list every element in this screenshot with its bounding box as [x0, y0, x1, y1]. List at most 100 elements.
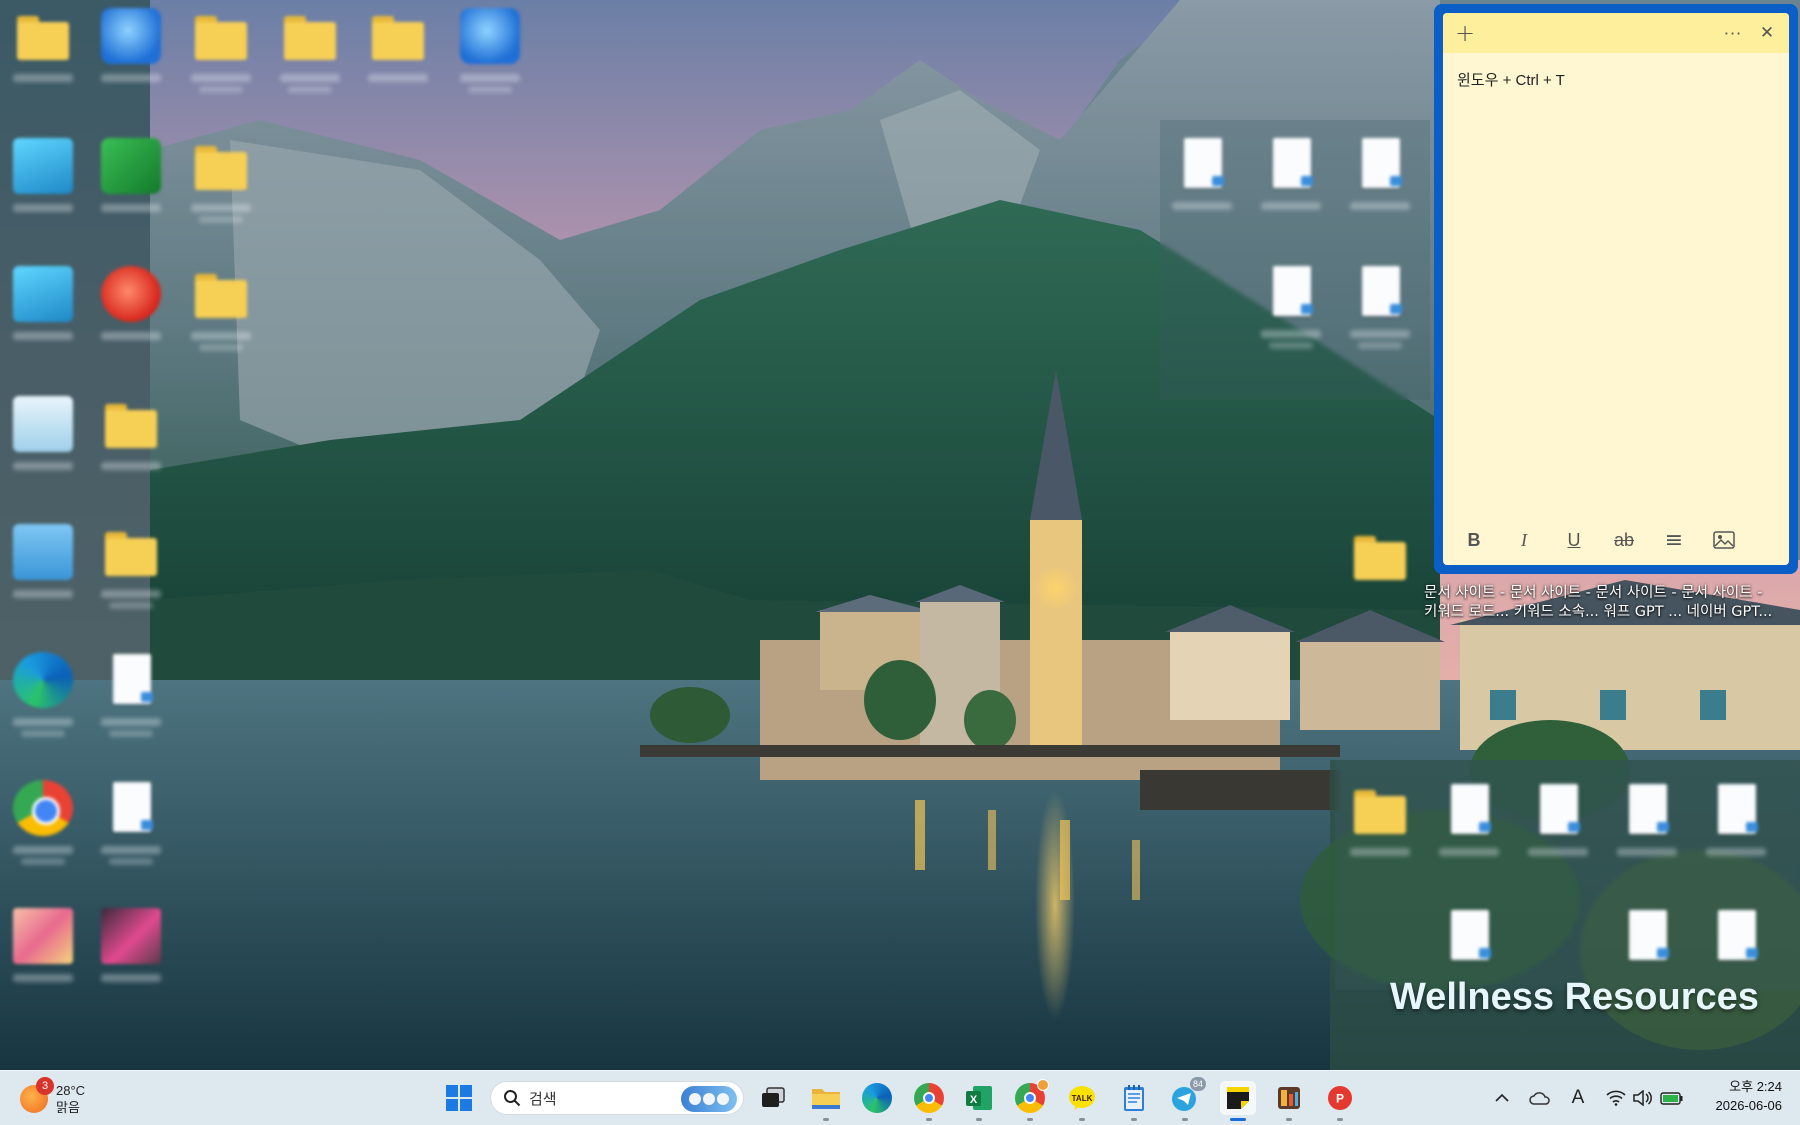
- taskbar-search-box[interactable]: 검색: [490, 1081, 744, 1115]
- sticky-note-window[interactable]: + ··· ✕ 윈도우 + Ctrl + T B I U ab ≡: [1434, 4, 1798, 574]
- desktop-icon[interactable]: [183, 260, 259, 370]
- brand-watermark: Wellness Resources: [1390, 976, 1759, 1018]
- sticky-note-format-toolbar: B I U ab ≡: [1443, 515, 1789, 565]
- sun-icon: 3: [20, 1077, 54, 1113]
- windows-start-icon: [446, 1085, 472, 1111]
- chrome-profile-button[interactable]: [1012, 1079, 1049, 1121]
- onedrive-button[interactable]: [1528, 1086, 1552, 1110]
- add-note-button[interactable]: +: [1449, 17, 1481, 49]
- chrome-icon: [914, 1083, 944, 1113]
- weather-widget[interactable]: 3 28°C 맑음: [20, 1077, 85, 1121]
- document-icon: [1350, 264, 1410, 320]
- system-clock[interactable]: 오후 2:24 2026-06-06: [1716, 1077, 1783, 1115]
- clock-time: 오후 2:24: [1729, 1079, 1782, 1094]
- battery-button[interactable]: [1660, 1086, 1684, 1110]
- desktop-icon[interactable]: [93, 646, 169, 756]
- folder-icon: [191, 8, 251, 64]
- menu-button[interactable]: ···: [1717, 17, 1749, 49]
- excel-button[interactable]: X: [961, 1081, 997, 1121]
- svg-text:X: X: [970, 1094, 978, 1106]
- strikethrough-button[interactable]: ab: [1599, 520, 1649, 560]
- search-placeholder: 검색: [529, 1089, 557, 1108]
- document-icon: [101, 652, 161, 708]
- desktop-icon[interactable]: [5, 260, 81, 370]
- pdf-button[interactable]: P: [1322, 1081, 1358, 1121]
- desktop-icon[interactable]: [93, 518, 169, 628]
- desktop-icon[interactable]: [5, 774, 81, 884]
- desktop-icon[interactable]: [1342, 258, 1418, 368]
- edge-button[interactable]: [859, 1081, 895, 1115]
- sticky-note-titlebar[interactable]: + ··· ✕: [1443, 13, 1789, 53]
- insert-image-button[interactable]: [1699, 520, 1749, 560]
- italic-button[interactable]: I: [1499, 520, 1549, 560]
- start-button[interactable]: [441, 1081, 477, 1115]
- chrome-button[interactable]: [911, 1081, 947, 1121]
- file-explorer-button[interactable]: [808, 1081, 844, 1121]
- desktop-icon[interactable]: [272, 2, 348, 112]
- desktop-icon[interactable]: [93, 774, 169, 884]
- sticky-note-editor[interactable]: 윈도우 + Ctrl + T: [1443, 53, 1789, 106]
- desktop-icon[interactable]: [5, 132, 81, 242]
- desktop-icon[interactable]: [360, 2, 436, 112]
- desktop-icon[interactable]: [1342, 130, 1418, 240]
- desktop-icon[interactable]: [183, 132, 259, 242]
- sticky-notes-button[interactable]: [1220, 1081, 1256, 1121]
- task-view-icon: [762, 1087, 785, 1107]
- desktop-icon[interactable]: [93, 132, 169, 242]
- desktop-icon[interactable]: [1520, 776, 1596, 886]
- desktop-icon[interactable]: [1342, 776, 1418, 886]
- telegram-button[interactable]: 84: [1167, 1077, 1206, 1121]
- notepad-button[interactable]: [1116, 1081, 1152, 1121]
- svg-text:TALK: TALK: [1072, 1094, 1093, 1103]
- desktop-icon[interactable]: [5, 390, 81, 500]
- desktop-icon[interactable]: [1253, 258, 1329, 368]
- desktop-icon[interactable]: [1253, 130, 1329, 240]
- wifi-button[interactable]: [1604, 1086, 1628, 1110]
- sticky-notes-icon: [1227, 1087, 1249, 1109]
- file-explorer-icon: [812, 1089, 840, 1109]
- telegram-unread-badge: 84: [1190, 1077, 1206, 1091]
- desktop-icon[interactable]: [5, 2, 81, 112]
- desktop-icon[interactable]: [1164, 130, 1240, 240]
- desktop-icon[interactable]: [1609, 776, 1685, 886]
- bold-button[interactable]: B: [1449, 520, 1499, 560]
- desktop-icon[interactable]: [1431, 776, 1507, 886]
- underline-button[interactable]: U: [1549, 520, 1599, 560]
- desktop-icon[interactable]: [1698, 776, 1774, 886]
- desktop-icon[interactable]: [5, 518, 81, 628]
- close-note-button[interactable]: ✕: [1751, 17, 1783, 49]
- app-button[interactable]: [1271, 1081, 1307, 1121]
- onedrive-icon: [1529, 1092, 1550, 1105]
- task-view-button[interactable]: [755, 1081, 791, 1115]
- strikethrough-icon: ab: [1613, 529, 1635, 550]
- bullet-list-button[interactable]: ≡: [1649, 520, 1699, 560]
- italic-icon: I: [1521, 529, 1527, 550]
- bold-icon: B: [1467, 529, 1481, 550]
- weather-notification-badge: 3: [36, 1077, 54, 1095]
- pdf-icon: P: [1328, 1086, 1352, 1110]
- clock-date: 2026-06-06: [1715, 1098, 1783, 1113]
- desktop-icon[interactable]: [93, 902, 169, 1012]
- input-method-button[interactable]: A: [1566, 1086, 1590, 1110]
- desktop-icon[interactable]: [452, 2, 528, 112]
- desktop-icon[interactable]: [183, 2, 259, 112]
- folder-icon: [280, 8, 340, 64]
- desktop-icon[interactable]: [5, 646, 81, 756]
- volume-button[interactable]: [1630, 1086, 1654, 1110]
- desktop-icon[interactable]: [1342, 522, 1418, 632]
- app-icon: [13, 138, 73, 194]
- kakaotalk-icon: TALK: [1069, 1086, 1095, 1110]
- show-hidden-icons-button[interactable]: [1490, 1086, 1514, 1110]
- kakaotalk-button[interactable]: TALK: [1064, 1081, 1100, 1121]
- folder-icon: [101, 524, 161, 580]
- document-icon: [1706, 782, 1766, 838]
- sticky-note-panel: + ··· ✕ 윈도우 + Ctrl + T B I U ab ≡: [1443, 13, 1789, 565]
- document-icon: [1350, 136, 1410, 192]
- desktop-icon[interactable]: [93, 260, 169, 370]
- document-icon: [1617, 908, 1677, 964]
- desktop-icon[interactable]: [5, 902, 81, 1012]
- weather-temperature: 28°C: [56, 1083, 86, 1098]
- desktop-icon[interactable]: [93, 390, 169, 500]
- desktop-icon[interactable]: [93, 2, 169, 112]
- desktop-file-labels: 문서 사이트 - 문서 사이트 - 문서 사이트 - 문서 사이트 - 키워드 …: [1424, 584, 1800, 622]
